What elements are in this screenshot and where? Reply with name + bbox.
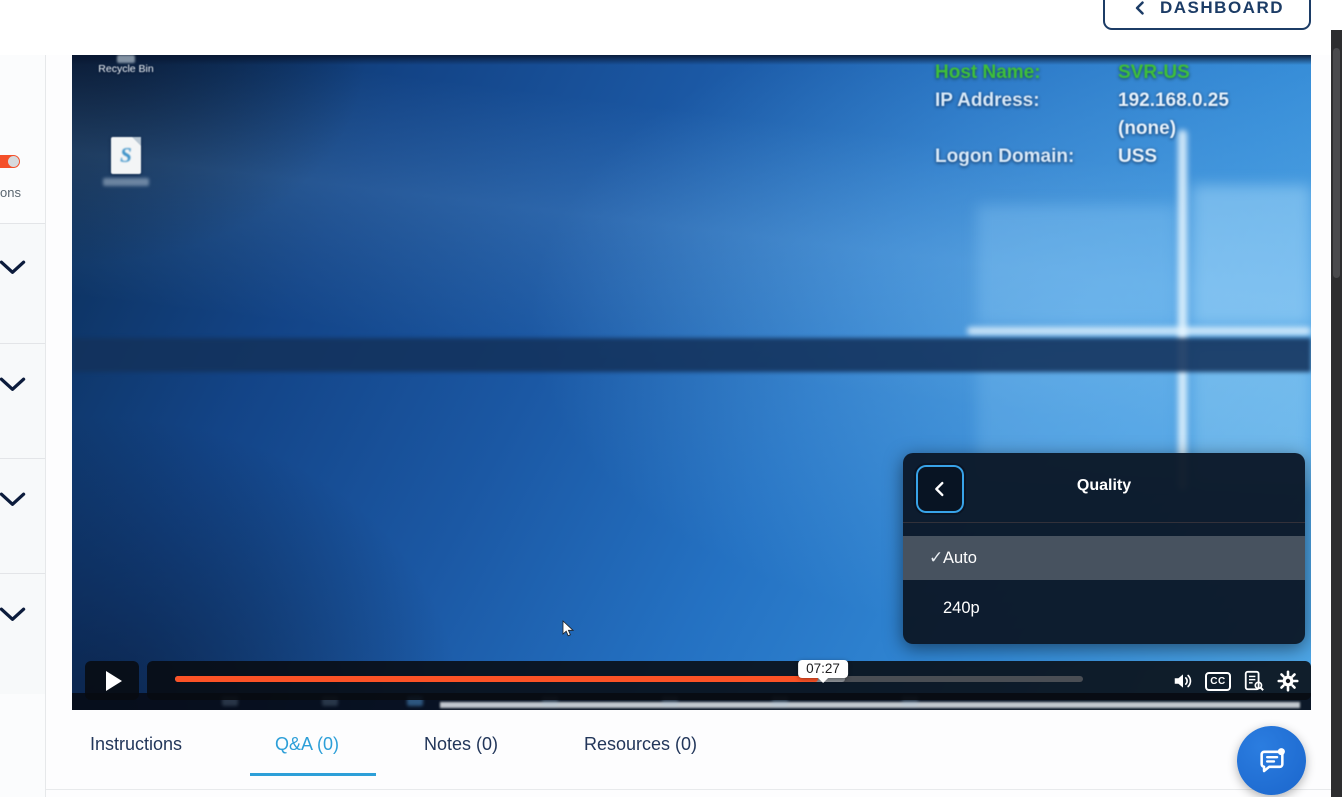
quality-option-label: 240p xyxy=(943,599,980,618)
tab-qa[interactable]: Q&A (0) xyxy=(275,734,339,755)
pip-button[interactable] xyxy=(1308,667,1311,695)
recycle-bin-label: Recycle Bin xyxy=(94,63,158,75)
transcript-icon xyxy=(1243,670,1265,692)
bginfo-label: Host Name: xyxy=(935,59,1118,87)
sidebar-section xyxy=(0,574,45,694)
chevron-down-icon xyxy=(0,491,26,508)
bginfo-value: USS xyxy=(1118,143,1157,171)
page-header: DASHBOARD xyxy=(0,0,1342,55)
course-sidebar: ons xyxy=(0,55,46,797)
windows-logo-pane xyxy=(977,205,1177,325)
mouse-cursor xyxy=(562,620,574,638)
windows-logo-cross xyxy=(967,327,1311,335)
sidebar-section-chevron[interactable] xyxy=(0,259,27,277)
file-label-blurred xyxy=(103,178,149,186)
browser-scrollbar[interactable] xyxy=(1331,30,1342,797)
desktop-icon-file[interactable]: S xyxy=(94,137,158,191)
tab-resources[interactable]: Resources (0) xyxy=(584,734,697,755)
quality-option-label: Auto xyxy=(943,549,977,568)
play-button[interactable] xyxy=(85,661,139,700)
document-icon: S xyxy=(111,137,141,174)
quality-option-auto[interactable]: ✓ Auto xyxy=(903,536,1305,580)
quality-menu-title: Quality xyxy=(903,477,1305,495)
screen: DASHBOARD ons xyxy=(0,0,1342,797)
scrollbar-thumb[interactable] xyxy=(1333,48,1340,278)
file-logo-glyph: S xyxy=(111,143,141,168)
wallpaper-dark-band xyxy=(72,338,1311,372)
bginfo-row: IP Address: 192.168.0.25 xyxy=(935,87,1295,115)
sidebar-section-chevron[interactable] xyxy=(0,491,27,509)
sidebar-section-chevron[interactable] xyxy=(0,606,27,624)
desktop-icon-recycle-bin[interactable]: Recycle Bin xyxy=(94,55,158,83)
cc-icon: CC xyxy=(1205,672,1230,691)
lesson-tabs: Instructions Q&A (0) Notes (0) Resources… xyxy=(46,710,1331,797)
sidebar-section xyxy=(0,224,45,343)
chat-button[interactable] xyxy=(1237,726,1306,795)
bginfo-row: (none) xyxy=(935,115,1295,143)
recycle-bin-icon xyxy=(117,55,135,63)
tab-notes[interactable]: Notes (0) xyxy=(424,734,498,755)
bginfo-value: 192.168.0.25 xyxy=(1118,87,1229,115)
tabs-divider xyxy=(46,789,1331,790)
sidebar-partial-label: ons xyxy=(0,185,21,200)
bginfo-row: Host Name: SVR-US xyxy=(935,59,1295,87)
transcript-button[interactable] xyxy=(1239,667,1269,695)
dashboard-button-label: DASHBOARD xyxy=(1160,0,1284,18)
sidebar-toggle-switch[interactable] xyxy=(0,155,20,168)
sidebar-section xyxy=(0,344,45,458)
bginfo-label: Logon Domain: xyxy=(935,143,1118,171)
bginfo-label: IP Address: xyxy=(935,87,1118,115)
chevron-down-icon xyxy=(0,259,26,276)
taskbar-white-run xyxy=(440,702,1300,708)
bginfo-value: SVR-US xyxy=(1118,59,1190,87)
progress-fill xyxy=(175,676,818,682)
sidebar-section-chevron[interactable] xyxy=(0,376,27,394)
chat-icon xyxy=(1255,744,1289,778)
settings-button[interactable] xyxy=(1273,667,1303,695)
toggle-knob xyxy=(8,156,19,167)
active-tab-indicator xyxy=(250,773,376,776)
dashboard-button[interactable]: DASHBOARD xyxy=(1103,0,1311,30)
sidebar-section xyxy=(0,459,45,573)
quality-menu-divider xyxy=(903,522,1305,523)
checkmark-icon: ✓ xyxy=(903,548,943,568)
video-player[interactable]: Recycle Bin S Host Name: SVR-US IP Addre… xyxy=(72,55,1311,710)
quality-menu: Quality ✓ Auto ✓ 240p xyxy=(903,453,1305,644)
captions-button[interactable]: CC xyxy=(1203,667,1233,695)
gear-icon xyxy=(1277,670,1299,692)
time-tooltip: 07:27 xyxy=(798,660,848,678)
chevron-down-icon xyxy=(0,376,26,393)
windows-logo-pane xyxy=(1192,185,1311,325)
chevron-down-icon xyxy=(0,606,26,623)
bginfo-label xyxy=(935,115,1118,143)
tab-instructions[interactable]: Instructions xyxy=(90,734,182,755)
windows-logo-cross xyxy=(1178,130,1187,490)
volume-icon xyxy=(1172,670,1194,692)
bginfo-row: Logon Domain: USS xyxy=(935,143,1295,171)
quality-option-240p[interactable]: ✓ 240p xyxy=(903,586,1305,630)
play-icon xyxy=(106,671,122,691)
bginfo-value: (none) xyxy=(1118,115,1176,143)
progress-bar[interactable]: 07:27 xyxy=(175,676,1083,682)
volume-button[interactable] xyxy=(1168,667,1198,695)
bginfo-overlay: Host Name: SVR-US IP Address: 192.168.0.… xyxy=(935,59,1295,171)
control-bar: 07:27 CC xyxy=(147,661,1311,700)
back-chevron-icon xyxy=(1130,0,1150,18)
